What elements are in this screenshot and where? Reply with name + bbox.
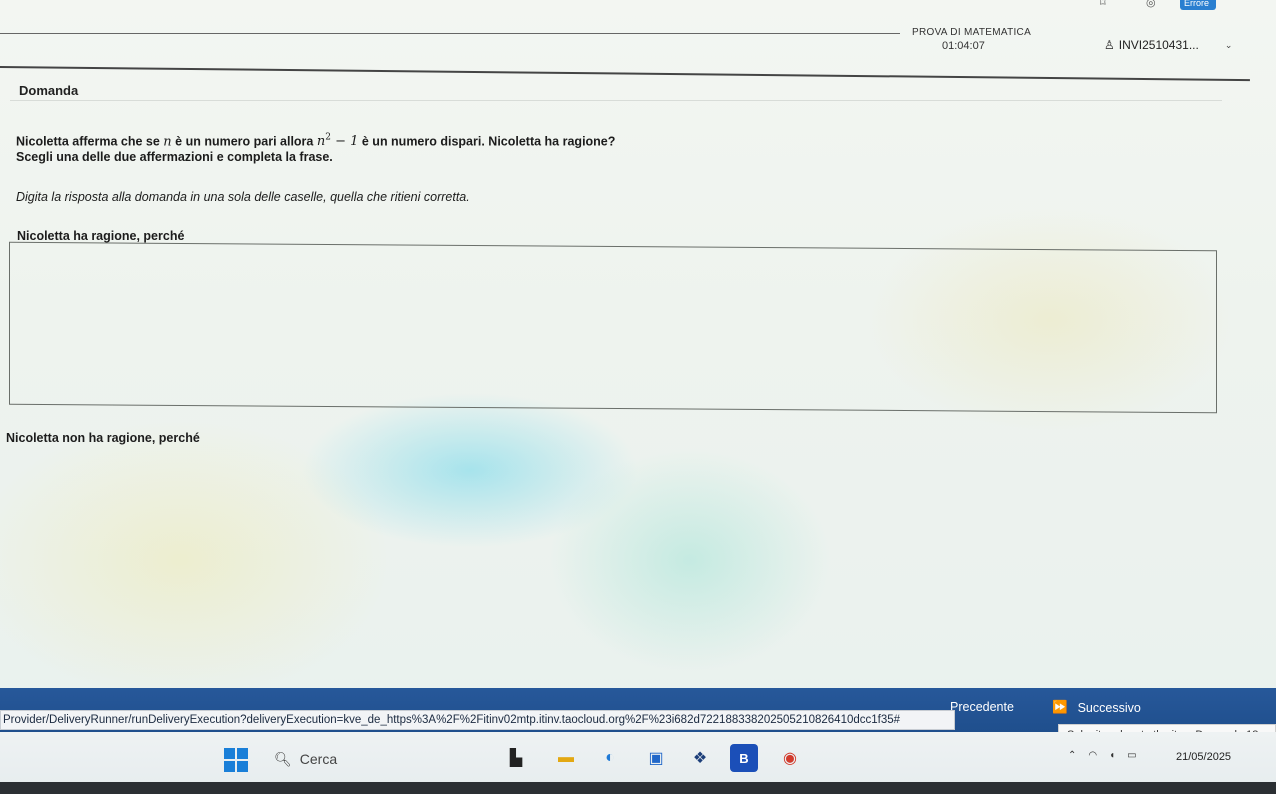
previous-button[interactable]: Precedente bbox=[950, 700, 1014, 714]
expr-base: n bbox=[316, 134, 326, 150]
user-id: INVI2510431... bbox=[1118, 38, 1199, 52]
user-menu[interactable]: ♙ INVI2510431... ⌄ bbox=[1104, 38, 1232, 52]
file-explorer-icon[interactable]: ▬ bbox=[552, 744, 580, 772]
fast-forward-icon: ⏩ bbox=[1052, 700, 1068, 714]
battery-icon[interactable]: ▭ bbox=[1127, 750, 1136, 761]
prompt-variable: n bbox=[163, 134, 172, 150]
search-icon: 🔍︎ bbox=[274, 750, 292, 767]
next-button[interactable]: ⏩ Successivo bbox=[1052, 700, 1141, 715]
chrome-icon[interactable]: ◉ bbox=[776, 744, 804, 772]
option-yes-label: Nicoletta ha ragione, perché bbox=[17, 229, 185, 243]
prompt-expression: n2 − 1 bbox=[316, 133, 359, 150]
system-tray[interactable]: ⌃ ◠ ◖ ▭ bbox=[1068, 750, 1137, 761]
prompt-text-2: è un numero pari allora bbox=[171, 134, 317, 149]
prompt-text-3: è un numero dispari. Nicoletta ha ragion… bbox=[358, 134, 616, 149]
status-url-bar: Provider/DeliveryRunner/runDeliveryExecu… bbox=[0, 710, 955, 730]
user-icon: ♙ bbox=[1104, 38, 1115, 52]
windows-start-icon[interactable] bbox=[224, 748, 248, 772]
bookmark-icon[interactable]: ⌑ bbox=[1100, 0, 1106, 9]
option-no-label: Nicoletta non ha ragione, perché bbox=[6, 431, 200, 445]
search-label: Cerca bbox=[299, 751, 338, 767]
expr-rest: − 1 bbox=[330, 134, 359, 150]
edge-browser-icon[interactable]: ◐ bbox=[596, 744, 624, 772]
accessibility-icon[interactable]: ◎ bbox=[1146, 0, 1156, 9]
option-yes-textarea[interactable] bbox=[9, 241, 1217, 414]
question-prompt: Nicoletta afferma che se n è un numero p… bbox=[16, 133, 615, 149]
store-icon[interactable]: ▣ bbox=[642, 744, 670, 772]
test-title: PROVA DI MATEMATICA bbox=[912, 27, 1032, 38]
task-view-icon[interactable]: ▙ bbox=[502, 744, 530, 772]
taskbar-search[interactable]: 🔍︎ Cerca bbox=[274, 748, 337, 770]
next-label: Successivo bbox=[1077, 700, 1141, 715]
dropbox-icon[interactable]: ❖ bbox=[686, 744, 714, 772]
error-badge[interactable]: Errore bbox=[1180, 0, 1216, 10]
chevron-down-icon[interactable]: ⌄ bbox=[1225, 40, 1233, 51]
prompt-text-1: Nicoletta afferma che se bbox=[16, 134, 164, 149]
header-divider-top bbox=[0, 33, 900, 34]
timer: 01:04:07 bbox=[942, 40, 985, 52]
test-header: ⌑ ◎ Errore PROVA DI MATEMATICA 01:04:07 … bbox=[0, 0, 1276, 82]
wifi-icon[interactable]: ◠ bbox=[1088, 750, 1097, 761]
section-title: Domanda bbox=[19, 83, 79, 98]
instruction-text: Digita la risposta alla domanda in una s… bbox=[16, 190, 470, 204]
app-b-icon[interactable]: B bbox=[730, 744, 758, 772]
header-divider bbox=[0, 66, 1250, 82]
taskbar-date: 21/05/2025 bbox=[1176, 751, 1232, 763]
previous-label: Precedente bbox=[950, 700, 1014, 714]
question-subprompt: Scegli una delle due affermazioni e comp… bbox=[16, 150, 333, 164]
screen-bezel bbox=[0, 782, 1276, 794]
chevron-up-icon[interactable]: ⌃ bbox=[1068, 750, 1076, 761]
volume-icon[interactable]: ◖ bbox=[1109, 750, 1115, 761]
